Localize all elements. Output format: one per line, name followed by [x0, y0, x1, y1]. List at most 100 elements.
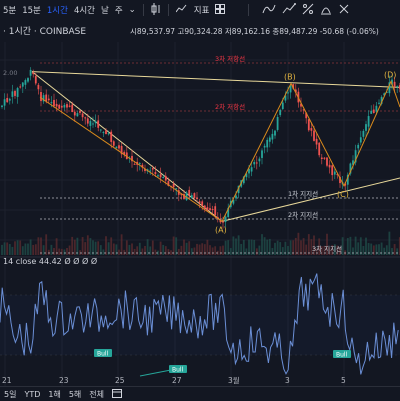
- replay-icon[interactable]: [335, 3, 353, 18]
- candle-body: [40, 91, 42, 102]
- volume-bar: [219, 246, 222, 255]
- candle-body: [258, 158, 261, 162]
- volume-bar: [362, 245, 365, 255]
- candle-body: [266, 139, 269, 148]
- drawing-tool-icon[interactable]: [259, 3, 279, 18]
- trend-icon[interactable]: [279, 2, 299, 18]
- candle-body: [393, 81, 396, 87]
- candle-body: [206, 207, 209, 211]
- volume-bar: [128, 244, 131, 255]
- volume-bar: [37, 237, 40, 255]
- toolbar-divider: [142, 4, 144, 16]
- candle-body: [154, 172, 157, 175]
- candle-body: [357, 144, 360, 149]
- toolbar-divider: [248, 4, 250, 16]
- volume-bar: [354, 236, 357, 255]
- interval-day[interactable]: 날: [98, 4, 112, 16]
- volume-bar: [359, 237, 362, 255]
- chart-style-icon[interactable]: [317, 3, 335, 18]
- volume-bar: [211, 247, 214, 255]
- volume-bar: [164, 246, 167, 255]
- candle-body: [55, 103, 58, 107]
- interval-4h[interactable]: 4시간: [71, 4, 98, 16]
- candle-body: [281, 102, 284, 109]
- volume-bar: [305, 244, 308, 255]
- range-5y[interactable]: 5해: [65, 389, 85, 400]
- volume-bar: [365, 237, 367, 255]
- x-tick-label: 21: [2, 376, 12, 385]
- candle-body: [86, 118, 89, 124]
- candle-body: [107, 133, 110, 135]
- volume-bar: [32, 244, 35, 255]
- candle-body: [68, 105, 71, 107]
- volume-bar: [271, 247, 274, 255]
- candle-body: [214, 206, 217, 216]
- candle-body: [19, 86, 22, 88]
- candle-body: [362, 130, 365, 137]
- bottom-range-bar: 5일 YTD 1해 5해 전체: [0, 386, 400, 401]
- candle-body: [138, 163, 141, 165]
- volume-bar: [193, 247, 196, 255]
- candle-body: [235, 195, 237, 199]
- candle-body: [8, 98, 11, 101]
- candle-body: [115, 146, 118, 149]
- candle-body: [99, 129, 102, 131]
- indicators-icon[interactable]: [173, 4, 191, 17]
- volume-bar: [144, 245, 146, 255]
- interval-5m[interactable]: 5분: [0, 4, 19, 16]
- interval-1h[interactable]: 1시간: [44, 4, 71, 16]
- candle-body: [198, 201, 201, 203]
- candle-body: [29, 69, 32, 76]
- volume-bar: [378, 244, 380, 255]
- candle-body: [3, 99, 6, 106]
- volume-bar: [60, 248, 63, 255]
- candle-body: [47, 98, 50, 101]
- level-label: 3차 저항선: [215, 54, 245, 63]
- price-chart[interactable]: (A) (B) (C) (D) 3차 저항선 2차 저항선 1차 지지선 2차 지지선 3차 …: [0, 20, 400, 386]
- volume-bar: [245, 248, 248, 255]
- candle-body: [315, 138, 318, 145]
- range-1y[interactable]: 1해: [44, 389, 64, 400]
- compare-icon[interactable]: [299, 3, 317, 18]
- volume-bar: [154, 249, 157, 255]
- range-ytd[interactable]: YTD: [20, 390, 44, 399]
- volume-bar: [63, 249, 66, 255]
- x-tick-label: 27: [172, 376, 182, 385]
- volume-bar: [167, 249, 170, 255]
- candle-body: [110, 131, 113, 142]
- interval-week[interactable]: 주: [112, 4, 126, 16]
- range-5d[interactable]: 5일: [0, 389, 20, 400]
- candle-body: [196, 197, 198, 199]
- volume-bar: [53, 247, 55, 255]
- volume-bar: [175, 237, 178, 255]
- volume-bar: [266, 239, 269, 255]
- candle-body: [76, 113, 79, 117]
- volume-bar: [297, 232, 300, 255]
- date-range-icon[interactable]: [108, 388, 126, 400]
- volume-bar: [268, 238, 271, 255]
- volume-bar: [120, 234, 123, 255]
- interval-dropdown-chevron[interactable]: ⌄: [126, 5, 139, 15]
- bull-label: Bull: [172, 367, 184, 374]
- volume-bar: [66, 247, 68, 255]
- candle-body: [193, 193, 196, 199]
- volume-bar: [372, 245, 375, 255]
- layout-grid-icon[interactable]: [212, 3, 228, 17]
- volume-bar: [45, 234, 48, 255]
- candle-body: [255, 162, 258, 164]
- candle-body: [268, 137, 271, 142]
- range-all[interactable]: 전체: [85, 389, 108, 400]
- interval-15m[interactable]: 15분: [19, 4, 44, 16]
- candle-body: [71, 104, 74, 113]
- volume-bar: [391, 248, 393, 255]
- volume-bar: [214, 246, 217, 255]
- volume-bar: [21, 246, 24, 255]
- volume-bar: [203, 244, 206, 255]
- candles-icon[interactable]: [148, 2, 164, 18]
- candle-body: [310, 128, 313, 131]
- volume-bar: [287, 246, 289, 255]
- volume-bar: [79, 250, 81, 255]
- indicators-button[interactable]: 지표: [191, 4, 213, 16]
- candle-body: [133, 163, 136, 165]
- candle-body: [1, 105, 3, 108]
